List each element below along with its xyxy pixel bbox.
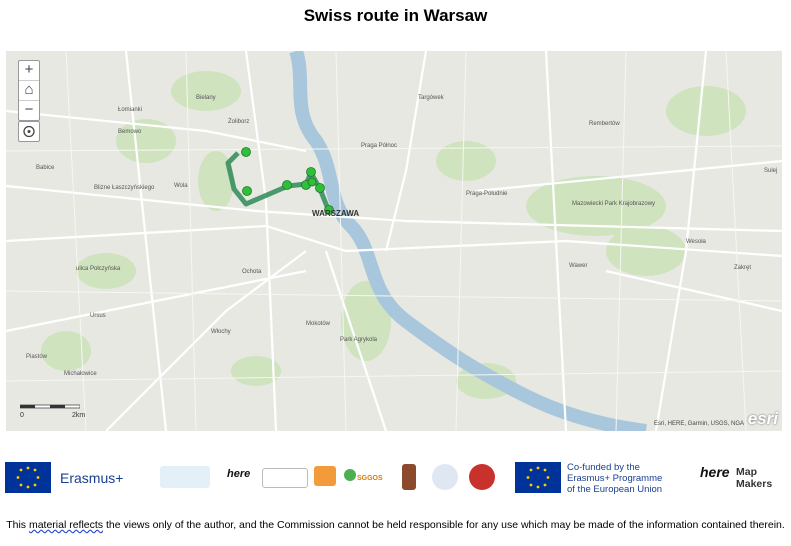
map-label-city: WARSZAWA bbox=[312, 209, 360, 218]
map-label-park-agrykola: Park Agrykola bbox=[340, 337, 378, 343]
leaf-icon bbox=[344, 469, 356, 481]
disclaimer-part-3: the views only of the author, and the Co… bbox=[103, 519, 785, 531]
map-label-targowek: Targówek bbox=[418, 95, 444, 101]
locate-button[interactable] bbox=[18, 121, 40, 142]
disclaimer-text: This material reflects the views only of… bbox=[0, 518, 791, 533]
zoom-controls: + ⌂ − bbox=[18, 60, 40, 121]
map-label-sulejowek: Sulej bbox=[764, 168, 778, 174]
map-label-bemowo: Bemowo bbox=[118, 129, 142, 135]
map-label-mokotow: Mokotów bbox=[306, 321, 331, 327]
map-label-piastow: Piastów bbox=[26, 354, 48, 360]
esri-logo: esri bbox=[747, 409, 778, 428]
erasmus-logo-text: Erasmus+ bbox=[60, 470, 124, 486]
map-view[interactable]: WARSZAWA Bielany Żoliborz Praga Północ P… bbox=[6, 51, 782, 431]
scale-bar-graphic bbox=[20, 404, 80, 409]
map-label-michalowice: Michałowice bbox=[64, 371, 97, 377]
map-label-praga-poludnie: Praga-Południe bbox=[466, 191, 508, 197]
map-label-wesola: Wesoła bbox=[686, 239, 706, 245]
disclaimer-part-1: This bbox=[6, 519, 29, 531]
map-label-zakret: Zakręt bbox=[734, 265, 752, 271]
map-attribution: Esri, HERE, Garmin, USGS, NGA bbox=[653, 421, 744, 427]
map-label-praga-polnoc: Praga Północ bbox=[361, 143, 398, 149]
here-small-logo: here bbox=[227, 464, 255, 490]
cofunded-line-3: of the European Union bbox=[567, 484, 663, 495]
cofunded-line-1: Co-funded by the bbox=[567, 462, 640, 473]
orange-logo-icon bbox=[314, 466, 336, 486]
university-logo-icon bbox=[432, 464, 458, 490]
cofunded-text: Co-funded by the Erasmus+ Programme of t… bbox=[567, 462, 662, 495]
map-label-ursus: Ursus bbox=[90, 313, 106, 319]
map-label-blizne: Blizne Łaszczyńskiego bbox=[94, 185, 155, 191]
map-label-wlochy: Włochy bbox=[211, 329, 231, 335]
cofunded-line-2: Erasmus+ Programme bbox=[567, 473, 663, 484]
map-label-wola: Wola bbox=[174, 183, 188, 189]
locate-icon bbox=[23, 125, 35, 138]
here-logo: here bbox=[700, 464, 730, 480]
map-label-mazowiecki: Mazowiecki Park Krajobrazowy bbox=[572, 201, 656, 207]
map-label-babice: Babice bbox=[36, 165, 55, 171]
map-label-zoliborz: Żoliborz bbox=[228, 119, 250, 125]
scale-label-2km: 2km bbox=[72, 412, 86, 419]
red-seal-icon bbox=[469, 464, 495, 490]
mapmakers-logo-text: Map Makers bbox=[736, 466, 772, 490]
sggos-text: SGGOS bbox=[357, 475, 383, 482]
home-button[interactable]: ⌂ bbox=[19, 81, 39, 101]
here-small-text: here bbox=[227, 468, 251, 480]
map-label-ochota: Ochota bbox=[242, 269, 262, 275]
eu-flag-icon bbox=[5, 462, 51, 493]
map-label-wawer: Wawer bbox=[569, 263, 588, 269]
eu-flag-icon-2 bbox=[515, 462, 561, 493]
disclaimer-part-2: material reflects bbox=[28, 519, 104, 531]
geodetic-logo-icon bbox=[262, 468, 308, 488]
zoom-out-button[interactable]: − bbox=[19, 101, 39, 120]
map-label-ulica-polczynska: ulica Połczyńska bbox=[76, 266, 121, 272]
mapmakers-line-1: Map bbox=[736, 466, 757, 478]
page-title: Swiss route in Warsaw bbox=[303, 6, 488, 25]
mapmakers-line-2: Makers bbox=[736, 478, 773, 490]
school-logo-icon bbox=[160, 466, 210, 488]
zoom-in-button[interactable]: + bbox=[19, 61, 39, 81]
map-label-bielany: Bielany bbox=[196, 95, 216, 101]
scale-label-0: 0 bbox=[20, 412, 24, 419]
logo-strip: Erasmus+ here SGGOS Co-funded by the Era… bbox=[0, 458, 791, 498]
map-label-rembertow: Rembertów bbox=[589, 121, 620, 127]
crest-logo-icon bbox=[402, 464, 416, 490]
map-label-lomianki: Łomianki bbox=[118, 107, 143, 113]
sggos-logo: SGGOS bbox=[343, 463, 391, 491]
